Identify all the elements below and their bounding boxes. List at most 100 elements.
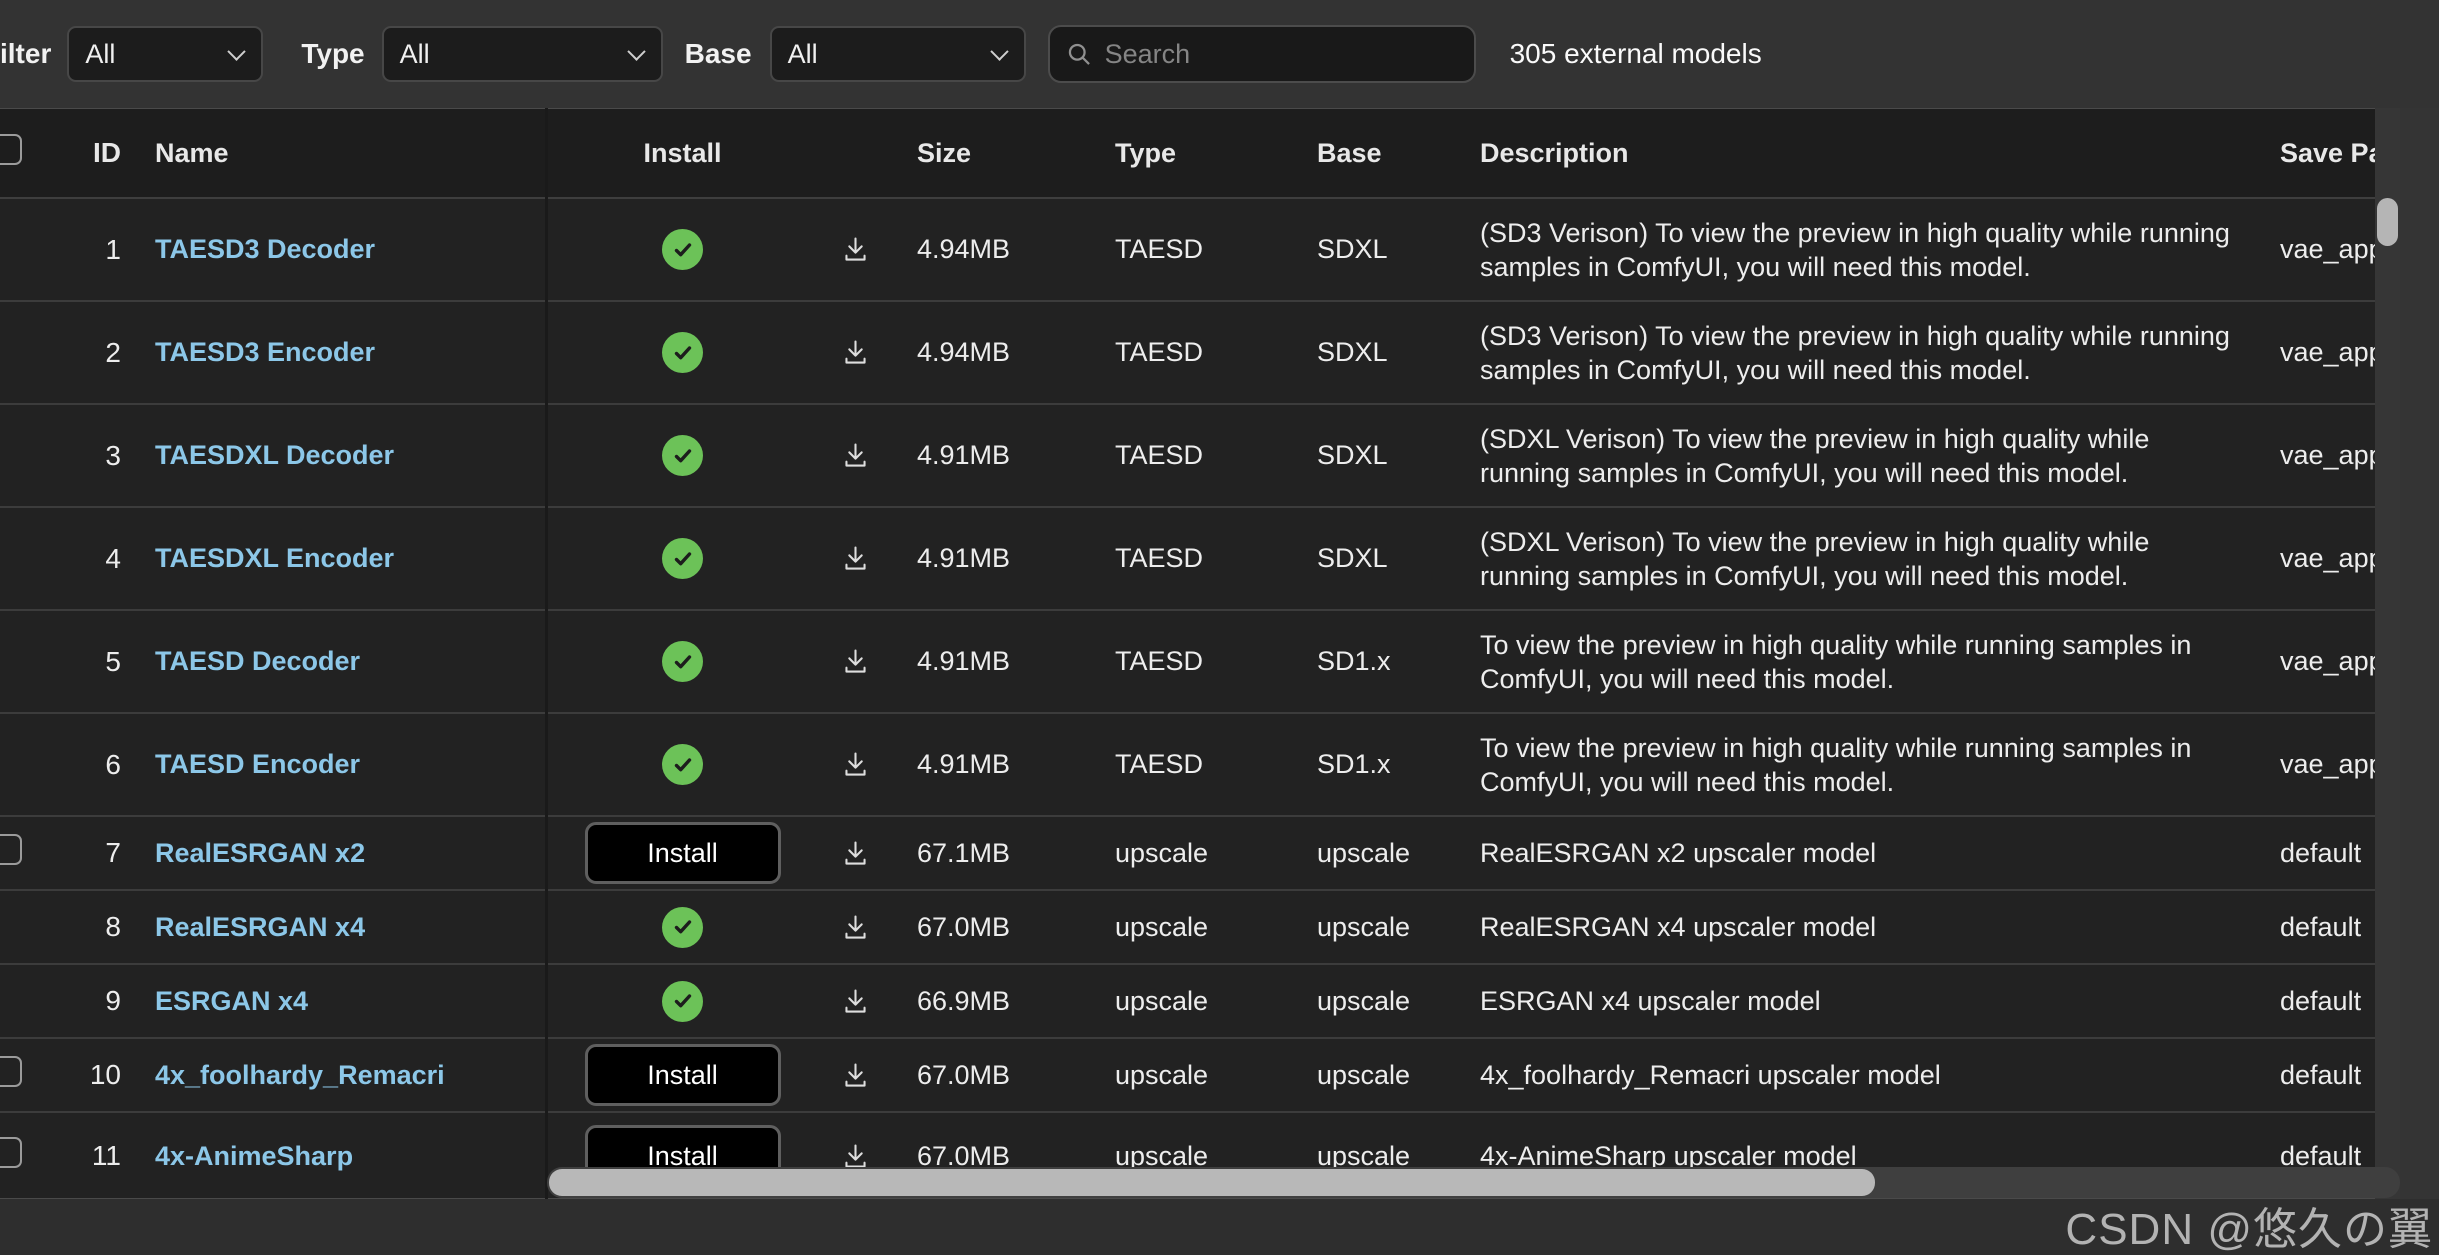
download-icon[interactable] (840, 646, 871, 677)
table-row: 4TAESDXL Encoder4.91MBTAESDSDXL(SDXL Ver… (0, 508, 2400, 611)
model-size: 4.91MB (890, 543, 1090, 574)
download-icon[interactable] (840, 234, 871, 265)
download-icon[interactable] (840, 337, 871, 368)
install-button[interactable]: Install (585, 1044, 781, 1106)
installed-check-icon (662, 435, 703, 476)
row-checkbox[interactable] (0, 1137, 22, 1168)
download-icon[interactable] (840, 543, 871, 574)
table-row: 6TAESD Encoder4.91MBTAESDSD1.xTo view th… (0, 714, 2400, 817)
filter-select-value: All (85, 39, 115, 70)
vertical-scrollbar-thumb[interactable] (2377, 198, 2398, 246)
download-cell (820, 986, 890, 1017)
table-row: 8RealESRGAN x467.0MBupscaleupscaleRealES… (0, 891, 2400, 965)
filter-toolbar: ilter All Type All Base All Search 305 e… (0, 0, 2439, 108)
install-status-cell: Install (545, 822, 820, 884)
header-install: Install (545, 138, 820, 169)
model-name-link[interactable]: TAESDXL Decoder (123, 440, 545, 471)
download-icon[interactable] (840, 912, 871, 943)
model-description: To view the preview in high quality whil… (1455, 731, 2255, 799)
table-header: ID Name Install Size Type Base Descripti… (0, 109, 2400, 199)
header-name: Name (123, 138, 545, 169)
models-table: ID Name Install Size Type Base Descripti… (0, 108, 2400, 1199)
header-size: Size (890, 138, 1090, 169)
model-size: 66.9MB (890, 986, 1090, 1017)
model-name-link[interactable]: 4x-AnimeSharp (123, 1141, 545, 1172)
vertical-scrollbar[interactable] (2375, 108, 2400, 1199)
download-icon[interactable] (840, 838, 871, 869)
download-cell (820, 337, 890, 368)
model-description: 4x_foolhardy_Remacri upscaler model (1455, 1058, 2255, 1092)
install-status-cell (545, 229, 820, 270)
horizontal-scrollbar-thumb[interactable] (549, 1169, 1875, 1196)
download-icon[interactable] (840, 1060, 871, 1091)
type-select[interactable]: All (382, 26, 663, 82)
row-checkbox-cell (0, 834, 40, 872)
installed-check-icon (662, 907, 703, 948)
model-description: (SDXL Verison) To view the preview in hi… (1455, 525, 2255, 593)
select-all-checkbox[interactable] (0, 134, 22, 165)
model-type: TAESD (1090, 646, 1292, 677)
model-type: upscale (1090, 1060, 1292, 1091)
installed-check-icon (662, 981, 703, 1022)
model-name-link[interactable]: ESRGAN x4 (123, 986, 545, 1017)
type-select-value: All (400, 39, 430, 70)
download-icon[interactable] (840, 749, 871, 780)
model-size: 4.91MB (890, 440, 1090, 471)
model-name-link[interactable]: TAESD3 Encoder (123, 337, 545, 368)
model-type: upscale (1090, 912, 1292, 943)
model-description: RealESRGAN x4 upscaler model (1455, 910, 2255, 944)
header-base: Base (1292, 138, 1455, 169)
model-base: upscale (1292, 1060, 1455, 1091)
model-name-link[interactable]: TAESD Encoder (123, 749, 545, 780)
model-description: To view the preview in high quality whil… (1455, 628, 2255, 696)
download-cell (820, 838, 890, 869)
model-description: (SD3 Verison) To view the preview in hig… (1455, 216, 2255, 284)
row-checkbox[interactable] (0, 1056, 22, 1087)
installed-check-icon (662, 229, 703, 270)
model-name-link[interactable]: 4x_foolhardy_Remacri (123, 1060, 545, 1091)
model-name-link[interactable]: TAESD3 Decoder (123, 234, 545, 265)
model-description: ESRGAN x4 upscaler model (1455, 984, 2255, 1018)
row-id: 9 (40, 985, 123, 1017)
row-id: 4 (40, 543, 123, 575)
header-id: ID (40, 137, 123, 169)
installed-check-icon (662, 744, 703, 785)
table-row: 2TAESD3 Encoder4.94MBTAESDSDXL(SD3 Veris… (0, 302, 2400, 405)
chevron-down-icon (228, 42, 246, 60)
install-status-cell (545, 641, 820, 682)
installed-check-icon (662, 332, 703, 373)
model-name-link[interactable]: RealESRGAN x4 (123, 912, 545, 943)
model-description: (SD3 Verison) To view the preview in hig… (1455, 319, 2255, 387)
download-cell (820, 543, 890, 574)
search-placeholder: Search (1105, 39, 1191, 70)
model-name-link[interactable]: TAESD Decoder (123, 646, 545, 677)
base-select[interactable]: All (770, 26, 1026, 82)
download-icon[interactable] (840, 986, 871, 1017)
model-base: SDXL (1292, 543, 1455, 574)
sticky-column-divider (545, 108, 548, 1199)
model-base: upscale (1292, 912, 1455, 943)
search-input[interactable]: Search (1048, 25, 1476, 83)
filter-select[interactable]: All (67, 26, 263, 82)
table-row: 5TAESD Decoder4.91MBTAESDSD1.xTo view th… (0, 611, 2400, 714)
model-name-link[interactable]: RealESRGAN x2 (123, 838, 545, 869)
model-name-link[interactable]: TAESDXL Encoder (123, 543, 545, 574)
watermark: CSDN @悠久の翼 (2065, 1193, 2433, 1255)
model-base: SDXL (1292, 440, 1455, 471)
row-checkbox-cell (0, 1056, 40, 1094)
model-base: SDXL (1292, 337, 1455, 368)
download-icon[interactable] (840, 440, 871, 471)
row-checkbox-cell (0, 1137, 40, 1175)
base-label: Base (685, 38, 752, 70)
model-size: 67.1MB (890, 838, 1090, 869)
search-icon (1066, 41, 1093, 68)
type-label: Type (301, 38, 364, 70)
row-id: 11 (40, 1140, 123, 1172)
install-status-cell (545, 981, 820, 1022)
install-status-cell (545, 332, 820, 373)
model-size: 4.94MB (890, 234, 1090, 265)
row-checkbox[interactable] (0, 834, 22, 865)
row-id: 2 (40, 337, 123, 369)
download-cell (820, 234, 890, 265)
install-button[interactable]: Install (585, 822, 781, 884)
